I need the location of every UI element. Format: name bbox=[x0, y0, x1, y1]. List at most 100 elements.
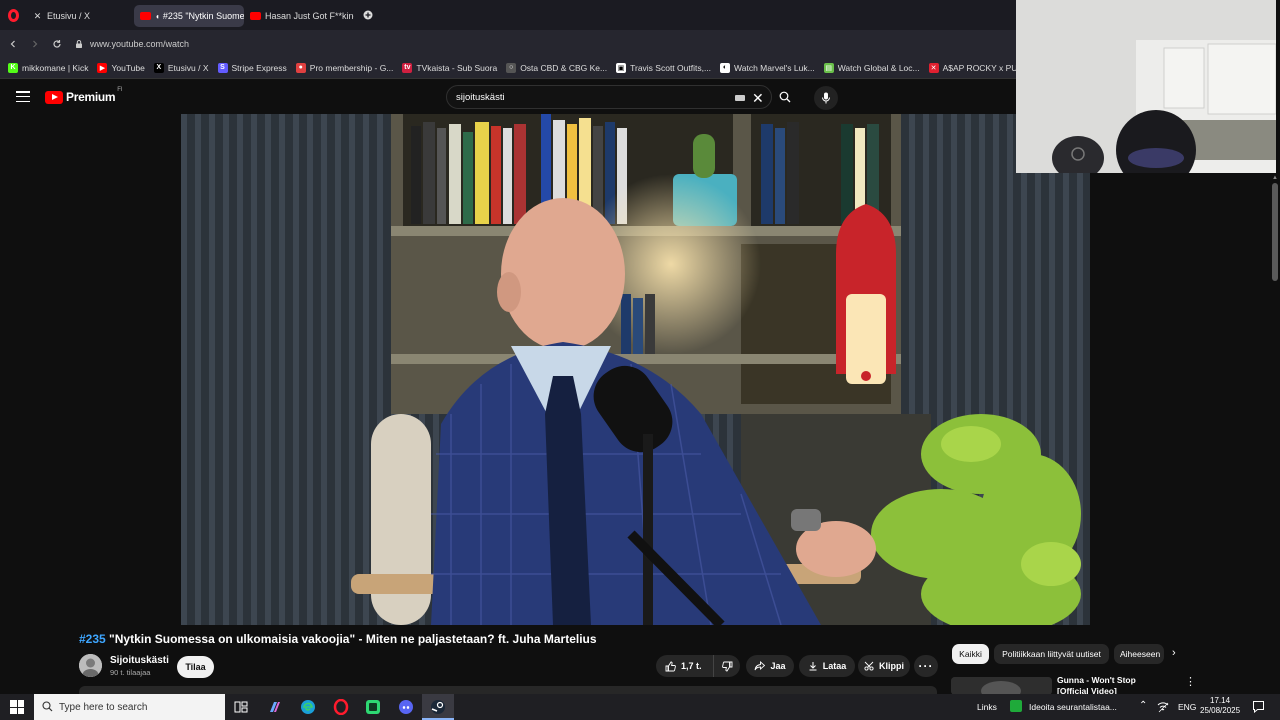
copilot-icon[interactable] bbox=[265, 698, 285, 716]
bookmark-favicon-icon: ✕ bbox=[928, 62, 939, 73]
opera-logo-icon[interactable] bbox=[0, 0, 26, 30]
bookmark-item[interactable]: ◐ Watch Marvel's Luk... bbox=[720, 62, 815, 73]
voice-search-button[interactable] bbox=[814, 86, 838, 110]
channel-avatar[interactable] bbox=[79, 654, 102, 677]
bookmark-label: Osta CBD & CBG Ke... bbox=[520, 62, 608, 73]
bookmark-item[interactable]: ✕A$AP ROCKY x PU... bbox=[928, 62, 1016, 73]
chip-all[interactable]: Kaikki bbox=[952, 644, 989, 664]
chevron-right-icon[interactable]: › bbox=[1172, 647, 1176, 659]
steam-taskbar-button[interactable] bbox=[422, 694, 454, 720]
bookmark-item[interactable]: X Etusivu / X bbox=[153, 62, 209, 73]
scroll-up-arrow-icon[interactable]: ▲ bbox=[1272, 175, 1278, 181]
bookmark-label: Pro membership - G... bbox=[309, 62, 394, 73]
language-indicator[interactable]: ENG bbox=[1178, 702, 1196, 712]
tray-notification-text[interactable]: Ideoita seurantalistaa... bbox=[1029, 702, 1125, 712]
bookmark-label: A$AP ROCKY x PU... bbox=[942, 62, 1016, 73]
reload-icon bbox=[53, 39, 61, 48]
share-button[interactable]: Jaa bbox=[746, 655, 794, 677]
bookmark-item[interactable]: tv TVkaista - Sub Suora bbox=[402, 62, 497, 73]
more-actions-button[interactable]: ··· bbox=[914, 655, 938, 677]
recommendation-title[interactable]: Gunna - Won't Stop [Official Video] bbox=[1057, 675, 1167, 695]
plus-icon bbox=[363, 10, 373, 20]
bookmark-item[interactable]: ● Pro membership - G... bbox=[295, 62, 394, 73]
youtube-icon bbox=[250, 11, 261, 22]
taskbar-clock[interactable]: 17.14 25/08/2025 bbox=[1200, 696, 1240, 716]
subscribe-button[interactable]: Tilaa bbox=[177, 656, 214, 678]
edge-browser-icon[interactable] bbox=[298, 698, 318, 716]
video-player[interactable] bbox=[181, 114, 1090, 625]
bookmark-favicon-icon: ○ bbox=[506, 62, 517, 73]
bookmark-item[interactable]: ○ Osta CBD & CBG Ke... bbox=[506, 62, 608, 73]
tab-youtube-hasan[interactable]: Hasan Just Got F**king Ob bbox=[244, 5, 354, 27]
youtube-masthead: Premium FI sijoituskästi bbox=[0, 80, 1016, 114]
tray-expand-chevron-icon[interactable]: ⌃ bbox=[1139, 700, 1147, 711]
chevron-left-icon bbox=[10, 40, 15, 47]
episode-hashtag[interactable]: #235 bbox=[79, 632, 106, 646]
bookmark-favicon-icon: X bbox=[153, 62, 164, 73]
tab-x[interactable]: ✕ Etusivu / X bbox=[26, 5, 134, 27]
kebab-menu-icon[interactable]: ⋮ bbox=[1185, 675, 1196, 688]
bookmark-item[interactable]: ▤ Watch Global & Loc... bbox=[823, 62, 920, 73]
taskbar-search-input[interactable]: Type here to search bbox=[34, 694, 225, 720]
task-view-icon[interactable] bbox=[231, 698, 251, 716]
scrollbar-thumb[interactable] bbox=[1272, 183, 1278, 281]
youtube-icon bbox=[140, 11, 151, 22]
back-button[interactable] bbox=[2, 33, 24, 55]
url-field[interactable]: www.youtube.com/watch bbox=[74, 39, 189, 49]
keyboard-icon[interactable] bbox=[735, 95, 745, 101]
clip-button[interactable]: Klippi bbox=[858, 655, 910, 677]
bookmark-label: Watch Global & Loc... bbox=[837, 62, 920, 73]
search-icon[interactable] bbox=[779, 91, 791, 103]
download-button[interactable]: Lataa bbox=[799, 655, 855, 677]
chip-related[interactable]: Aiheeseen bbox=[1114, 644, 1164, 664]
bookmark-label: Watch Marvel's Luk... bbox=[734, 62, 815, 73]
clock-time: 17.14 bbox=[1210, 696, 1231, 705]
recommendation-thumbnail[interactable] bbox=[951, 677, 1052, 695]
discord-icon[interactable] bbox=[396, 698, 416, 716]
audio-icon: ◖ bbox=[155, 11, 160, 21]
bookmark-favicon-icon: ▣ bbox=[616, 62, 627, 73]
search-input[interactable]: sijoituskästi bbox=[446, 85, 772, 109]
bookmark-label: mikkomane | Kick bbox=[22, 62, 89, 73]
app-green-icon[interactable] bbox=[363, 698, 383, 716]
bookmark-item[interactable]: ▣ Travis Scott Outfits,... bbox=[616, 62, 712, 73]
lock-icon bbox=[76, 39, 82, 48]
thumbs-down-icon bbox=[721, 661, 732, 671]
video-title: #235 "Nytkin Suomessa on ulkomaisia vako… bbox=[79, 632, 597, 646]
description-box[interactable] bbox=[79, 686, 937, 694]
subscriber-count: 90 t. tilaajaa bbox=[110, 668, 151, 677]
bookmark-item[interactable]: ▶ YouTube bbox=[97, 62, 145, 73]
bookmark-favicon-icon: ◐ bbox=[720, 62, 731, 73]
chevron-right-icon bbox=[33, 40, 38, 47]
opera-icon[interactable] bbox=[331, 698, 351, 716]
share-icon bbox=[755, 661, 766, 671]
bookmark-item[interactable]: Kmikkomane | Kick bbox=[8, 62, 89, 73]
bookmark-label: Travis Scott Outfits,... bbox=[630, 62, 712, 73]
youtube-play-icon bbox=[45, 90, 63, 104]
browser-tab-strip: ✕ Etusivu / X ◖ #235 "Nytkin Suomessa Ha… bbox=[0, 0, 1016, 30]
bookmark-item[interactable]: S Stripe Express bbox=[217, 62, 287, 73]
new-tab-button[interactable] bbox=[358, 5, 378, 25]
download-icon bbox=[809, 662, 817, 671]
page-scrollbar[interactable] bbox=[1270, 173, 1280, 690]
chip-politics-news[interactable]: Politiikkaan liittyvät uutiset bbox=[994, 644, 1109, 664]
tab-youtube-current[interactable]: ◖ #235 "Nytkin Suomessa bbox=[134, 5, 244, 27]
thumbnail-image bbox=[951, 677, 1052, 695]
clock-date: 25/08/2025 bbox=[1200, 706, 1241, 715]
youtube-premium-logo[interactable]: Premium FI bbox=[45, 87, 123, 104]
like-button[interactable]: 1,7 t. bbox=[656, 655, 714, 677]
network-icon[interactable] bbox=[1157, 701, 1169, 713]
channel-name[interactable]: Sijoituskästi bbox=[110, 655, 169, 666]
links-toolbar-label[interactable]: Links bbox=[977, 702, 997, 712]
steam-icon bbox=[431, 700, 445, 714]
notification-center-icon[interactable] bbox=[1252, 700, 1265, 713]
bookmark-favicon-icon: S bbox=[217, 62, 228, 73]
bookmark-label: Etusivu / X bbox=[167, 62, 209, 73]
clear-search-icon[interactable]: ✕ bbox=[752, 91, 764, 105]
menu-icon[interactable] bbox=[16, 91, 30, 102]
windows-start-icon[interactable] bbox=[10, 700, 24, 714]
dislike-button[interactable] bbox=[714, 655, 740, 677]
reload-button[interactable] bbox=[46, 33, 68, 55]
forward-button[interactable] bbox=[24, 33, 46, 55]
like-dislike-group: 1,7 t. bbox=[656, 655, 740, 677]
